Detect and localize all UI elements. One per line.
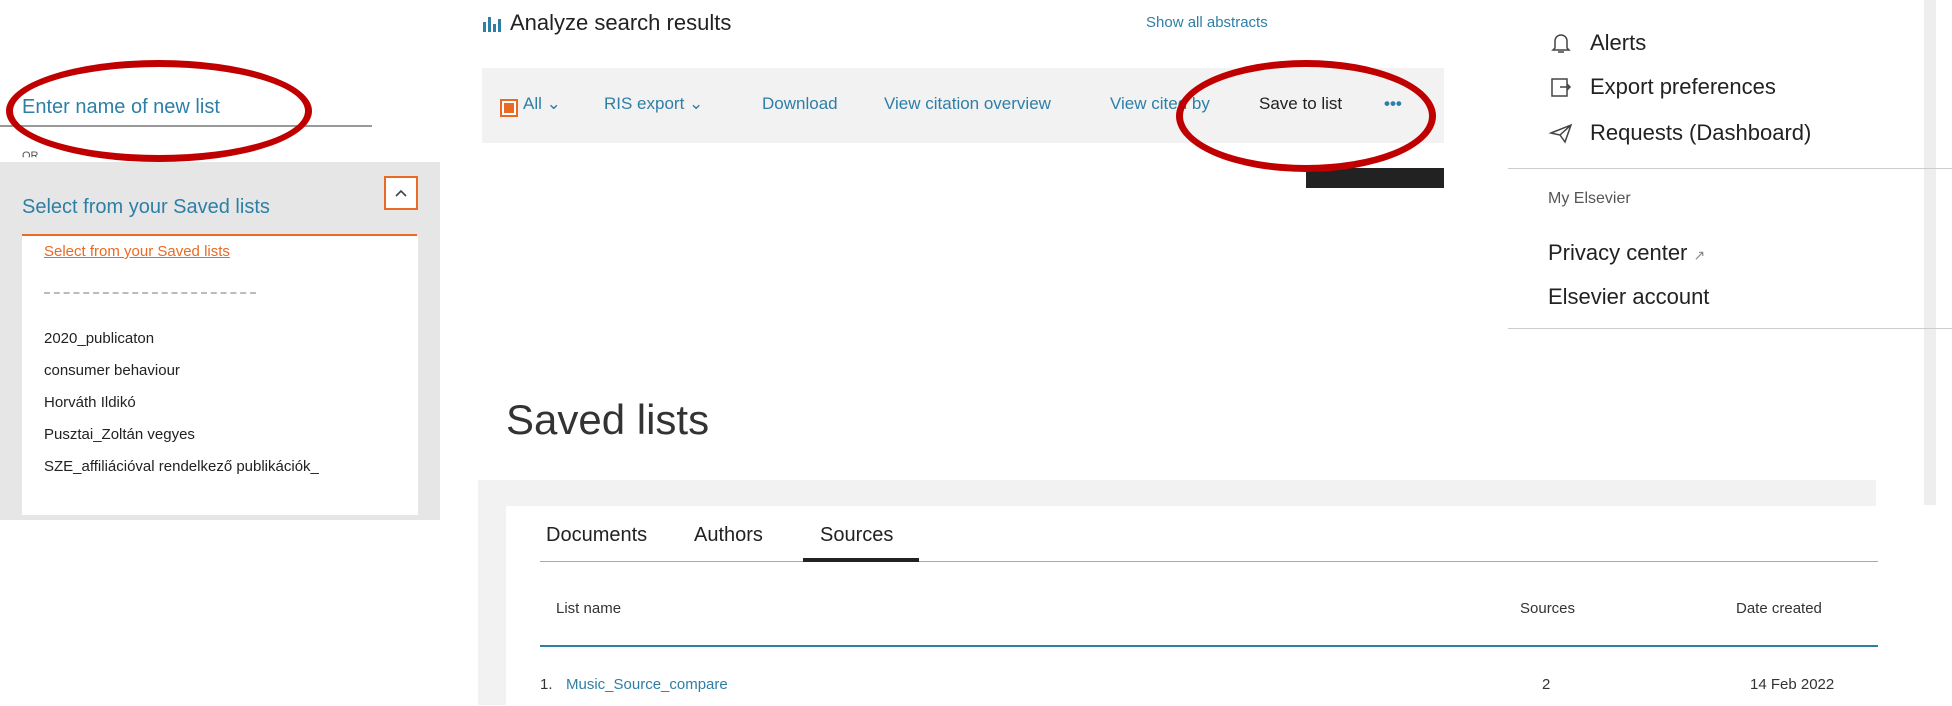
sources-count: 2 (1542, 676, 1551, 693)
show-all-abstracts-link[interactable]: Show all abstracts (1146, 14, 1268, 31)
active-tab-indicator (803, 558, 919, 562)
tabs-divider (540, 561, 1878, 562)
dropdown-divider (44, 292, 256, 294)
privacy-center-link[interactable]: Privacy center ↗ (1548, 240, 1705, 266)
elsevier-account-link[interactable]: Elsevier account (1548, 284, 1709, 310)
date-created: 14 Feb 2022 (1750, 676, 1835, 693)
tab-documents[interactable]: Documents (546, 524, 647, 547)
dropdown-option[interactable]: 2020_publicaton (44, 330, 154, 347)
analyze-label: Analyze search results (510, 10, 732, 35)
tab-sources[interactable]: Sources (820, 524, 893, 547)
menu-divider (1508, 168, 1952, 169)
dropdown-option[interactable]: Pusztai_Zoltán vegyes (44, 426, 195, 443)
checkbox-fill (504, 103, 514, 113)
chevron-down-icon: ⌄ (689, 94, 704, 113)
chevron-down-icon: ⌄ (546, 94, 561, 113)
menu-divider (1508, 328, 1952, 329)
saved-list-link[interactable]: Music_Source_compare (566, 676, 728, 693)
row-number: 1. (540, 676, 553, 693)
dropdown-option-placeholder[interactable]: Select from your Saved lists (44, 243, 230, 260)
column-header-date-created[interactable]: Date created (1736, 600, 1822, 617)
chevron-up-icon (395, 189, 407, 197)
page-title: Saved lists (506, 396, 710, 443)
external-link-icon: ↗ (1693, 247, 1706, 263)
collapse-dropdown-button[interactable] (384, 176, 418, 210)
dropdown-option[interactable]: Horváth Ildikó (44, 394, 136, 411)
select-all-dropdown[interactable]: All ⌄ (523, 94, 561, 114)
tab-authors[interactable]: Authors (694, 524, 763, 547)
bell-icon (1551, 34, 1571, 53)
select-all-checkbox[interactable] (500, 99, 518, 117)
column-header-sources[interactable]: Sources (1520, 600, 1575, 617)
requests-dashboard-menu-item[interactable]: Requests (Dashboard) (1590, 120, 1811, 146)
annotation-ellipse (6, 60, 312, 162)
view-citation-overview-button[interactable]: View citation overview (884, 94, 1051, 114)
dropdown-option[interactable]: SZE_affiliációval rendelkező publikációk… (44, 458, 319, 475)
download-button[interactable]: Download (762, 94, 838, 114)
export-preferences-menu-item[interactable]: Export preferences (1590, 74, 1776, 100)
annotation-ellipse (1176, 60, 1436, 172)
menu-scrollbar[interactable] (1924, 0, 1936, 505)
export-icon (1551, 78, 1572, 97)
or-separator-text: OR (22, 150, 39, 162)
my-elsevier-heading: My Elsevier (1548, 190, 1631, 207)
bar-chart-icon (483, 17, 501, 32)
alerts-menu-item[interactable]: Alerts (1590, 30, 1646, 56)
paper-plane-icon (1548, 123, 1573, 144)
column-header-list-name[interactable]: List name (556, 600, 621, 617)
ris-export-dropdown[interactable]: RIS export ⌄ (604, 94, 703, 114)
header-divider (540, 645, 1878, 647)
select-saved-lists-label: Select from your Saved lists (22, 196, 270, 218)
dropdown-option[interactable]: consumer behaviour (44, 362, 180, 379)
analyze-search-results-link[interactable]: Analyze search results (482, 10, 731, 36)
